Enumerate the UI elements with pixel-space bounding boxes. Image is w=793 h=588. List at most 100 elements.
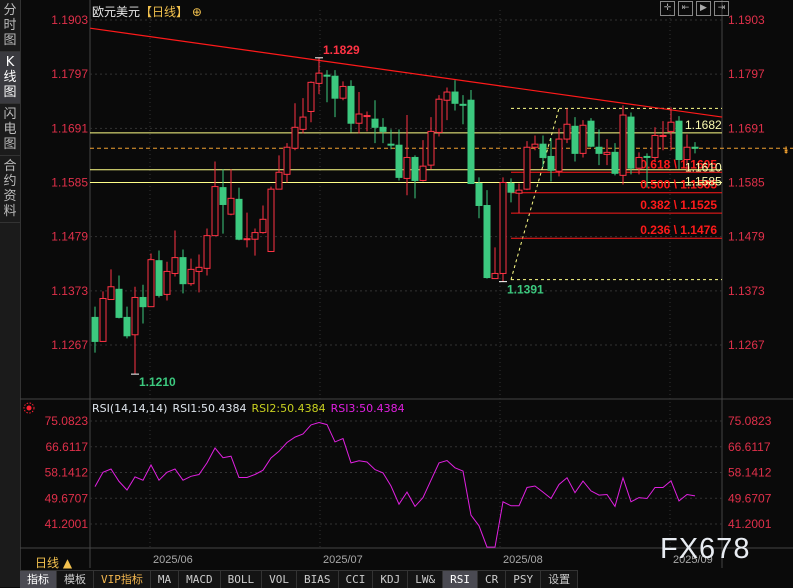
x-tick-label: 2025/08 <box>503 554 543 566</box>
candle-up <box>355 113 363 124</box>
candle-down <box>395 144 403 178</box>
candle-up <box>163 270 171 295</box>
rsi-tick-right: 66.6117 <box>728 440 771 454</box>
price-tick-right: 1.1267 <box>728 338 765 352</box>
candle-down <box>459 103 467 106</box>
candle-up <box>491 272 499 280</box>
candle-down <box>235 198 243 240</box>
indicator-tab[interactable]: BOLL <box>221 571 263 588</box>
candle-up <box>499 181 507 274</box>
price-tick-left: 1.1585 <box>51 175 88 189</box>
candle-up <box>211 186 219 237</box>
candle-up <box>267 188 275 252</box>
candle-up <box>667 121 675 132</box>
candle-down <box>371 118 379 128</box>
candle-up <box>251 232 259 240</box>
period-label: 日线 <box>35 556 60 570</box>
candle-up <box>307 81 315 112</box>
indicator-tab[interactable]: CR <box>478 571 507 588</box>
candle-down <box>611 151 619 174</box>
candle-down <box>379 126 387 132</box>
candle-up <box>523 146 531 190</box>
candle-down <box>387 143 395 146</box>
move-right-icon[interactable]: ⇥ <box>714 1 729 16</box>
extreme-price-label: 1.1391 <box>507 283 544 297</box>
chart-canvas[interactable]: 2025/06 2025/07 2025/08 2025/091.1903 1.1903… <box>0 0 793 587</box>
support-label: 1.1585 <box>685 174 722 188</box>
candle-up <box>531 143 539 148</box>
price-tick-right: 1.1903 <box>728 13 765 27</box>
indicator-tab[interactable]: VOL <box>262 571 297 588</box>
candle-up <box>283 146 291 175</box>
rsi3-value: RSI3:50.4384 <box>330 402 405 415</box>
indicator-tab[interactable]: LW& <box>408 571 444 588</box>
price-tick-left: 1.1691 <box>51 121 88 135</box>
last-price-marker-icon: ⯯ <box>783 145 789 156</box>
candle-down <box>539 143 547 158</box>
fib-level-label: 0.382 \ 1.1525 <box>640 198 717 212</box>
rsi-tick-right: 58.1412 <box>728 466 772 480</box>
indicator-tab[interactable]: KDJ <box>373 571 409 588</box>
price-tick-left: 1.1797 <box>51 67 88 81</box>
candle-up <box>651 134 659 158</box>
timeframe-label: 【日线】 <box>140 5 189 19</box>
candle-down <box>219 187 227 205</box>
indicator-tab[interactable]: MACD <box>179 571 221 588</box>
candle-up <box>315 72 323 84</box>
indicator-tab[interactable]: CCI <box>339 571 374 588</box>
triangle-up-icon: ▲ <box>62 556 73 570</box>
indicator-tabs: 指标 模板 VIP指标 MA MACD BOLL VOL BIAS CCI KDJ LW& RSI CR… <box>20 570 579 588</box>
rsi-tick-left: 75.0823 <box>45 414 89 428</box>
rsi-line <box>94 421 696 548</box>
price-tick-right: 1.1585 <box>728 175 765 189</box>
candle-down <box>595 146 603 154</box>
candle-up <box>259 218 267 234</box>
candle-down <box>571 125 579 154</box>
crosshair-circle-icon[interactable]: ⊕ <box>192 5 202 19</box>
candle-up <box>243 238 251 241</box>
candle-down <box>547 155 555 171</box>
candle-up <box>195 266 203 272</box>
candle-up <box>683 146 691 161</box>
candle-down <box>179 257 187 285</box>
period-selector[interactable]: 日线 ▲ <box>35 554 72 571</box>
move-left-icon[interactable]: ⇤ <box>678 1 693 16</box>
indicator-tab[interactable]: VIP指标 <box>94 571 151 588</box>
candle-down <box>675 120 683 161</box>
candle-up <box>291 126 299 149</box>
candle-down <box>643 155 651 158</box>
candle-down <box>123 316 131 337</box>
indicator-tab[interactable]: RSI <box>443 571 478 588</box>
indicator-tab[interactable]: 指标 <box>20 571 57 588</box>
indicator-tab[interactable]: BIAS <box>297 571 339 588</box>
indicator-tab[interactable]: 模板 <box>57 571 94 588</box>
indicator-tab[interactable]: 设置 <box>541 571 579 588</box>
candle-up <box>147 259 155 308</box>
candle-up <box>339 85 347 99</box>
crosshair-icon[interactable]: ✛ <box>660 1 675 16</box>
support-label: 1.1610 <box>685 161 722 175</box>
extreme-price-label: 1.1210 <box>139 375 176 389</box>
candle-down <box>627 116 635 169</box>
indicator-tab[interactable]: MA <box>151 571 180 588</box>
rsi-legend: RSI(14,14,14) RSI1:50.4384 RSI2:50.4384 RSI… <box>92 402 410 415</box>
candle-up <box>563 123 571 140</box>
rsi-tick-right: 49.6707 <box>728 491 772 505</box>
candle-up <box>299 116 307 130</box>
candle-down <box>139 296 147 308</box>
candle-down <box>91 316 99 342</box>
play-forward-icon[interactable]: ▶ <box>696 1 711 16</box>
rsi-tick-right: 75.0823 <box>728 414 772 428</box>
candle-down <box>475 183 483 206</box>
rsi-settings-icon <box>26 405 32 411</box>
candle-up <box>435 98 443 133</box>
candle-up <box>275 171 283 190</box>
price-tick-left: 1.1373 <box>51 284 88 298</box>
candle-up <box>203 235 211 269</box>
chart-title: 欧元美元【日线】 ⊕ <box>92 3 202 20</box>
candle-down <box>411 156 419 181</box>
indicator-tab[interactable]: PSY <box>506 571 542 588</box>
candle-up <box>227 197 235 215</box>
rsi-tick-left: 66.6117 <box>46 440 89 454</box>
watermark-logo: FX678 <box>660 533 751 565</box>
